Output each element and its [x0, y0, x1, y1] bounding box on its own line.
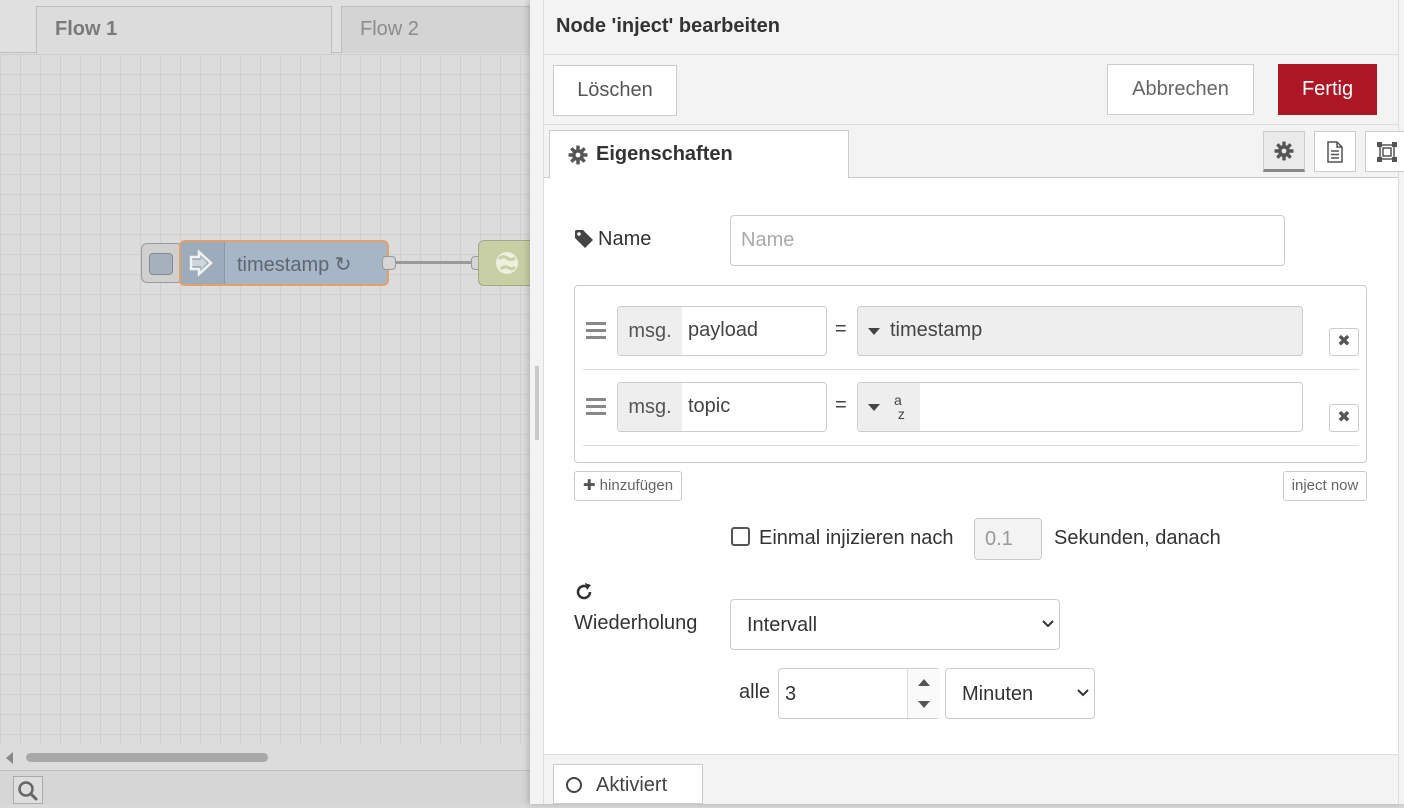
close-icon: ✖ [1337, 409, 1351, 426]
tray-tab-row: Eigenschaften [544, 125, 1404, 179]
inject-now-button[interactable]: inject now [1283, 471, 1367, 501]
tray-toolbar: Löschen Abbrechen Fertig [544, 55, 1398, 125]
msg-prefix: msg. [618, 383, 682, 431]
cancel-button[interactable]: Abbrechen [1107, 64, 1254, 115]
every-label: alle [739, 681, 771, 703]
property-row-topic: msg. topic = a z ✖ [583, 370, 1359, 446]
frame-icon [1377, 142, 1397, 162]
tab-flow-2[interactable]: Flow 2 [341, 6, 541, 53]
string-type-icon: a z [894, 392, 905, 422]
flow-tab-bar: Flow 1 Flow 2 [0, 0, 541, 54]
equals-sign: = [835, 318, 847, 340]
property-list: msg. payload = timestamp ✖ msg. topic = … [574, 285, 1367, 463]
tab-properties-label: Eigenschaften [596, 143, 733, 165]
scrollbar-thumb[interactable] [26, 753, 268, 762]
interval-value: 3 [785, 683, 797, 705]
tray-resize-grip[interactable] [535, 366, 539, 440]
once-delay-suffix: Sekunden, danach [1054, 527, 1221, 549]
flow-canvas[interactable] [0, 54, 532, 744]
node-enabled-toggle[interactable]: Aktiviert [553, 764, 703, 804]
tray-right-edge [1398, 0, 1404, 804]
add-property-button[interactable]: ✚ hinzufügen [574, 471, 682, 501]
tag-icon [575, 230, 593, 248]
remove-payload-button[interactable]: ✖ [1329, 328, 1359, 356]
close-icon: ✖ [1337, 333, 1351, 350]
name-input[interactable] [730, 215, 1285, 266]
search-icon [18, 781, 38, 801]
repeat-icon [576, 583, 592, 600]
circle-icon [566, 777, 582, 793]
inject-once-label: Einmal injizieren nach [759, 527, 954, 549]
workspace-horizontal-scrollbar[interactable] [0, 744, 532, 770]
tray-resize-edge[interactable] [530, 0, 544, 804]
topic-value-field[interactable]: a z [857, 382, 1303, 432]
tray-header: Node 'inject' bearbeiten [544, 0, 1398, 55]
tab-flow-1[interactable]: Flow 1 [36, 6, 332, 54]
tab-appearance[interactable] [1365, 131, 1404, 172]
caret-down-icon [868, 404, 880, 411]
repeat-label: Wiederholung [574, 612, 698, 634]
inject-node-output-port[interactable] [382, 256, 396, 270]
interval-unit-select[interactable]: Minuten [945, 668, 1095, 719]
search-button[interactable] [13, 776, 43, 804]
add-property-label: hinzufügen [599, 477, 674, 494]
property-row-payload: msg. payload = timestamp ✖ [583, 294, 1359, 370]
arrow-right-icon [189, 249, 213, 277]
interval-spinner[interactable] [907, 669, 940, 718]
plus-icon: ✚ [582, 477, 596, 494]
payload-value: timestamp [890, 319, 983, 341]
globe-icon [496, 252, 518, 274]
property-name: payload [688, 319, 759, 341]
spinner-up-icon[interactable] [918, 679, 930, 686]
chevron-down-icon [1077, 689, 1089, 697]
name-label: Name [598, 228, 652, 250]
repeat-mode-select[interactable]: Intervall [730, 599, 1060, 650]
equals-sign: = [835, 394, 847, 416]
spinner-down-icon[interactable] [918, 701, 930, 708]
node-wire[interactable] [396, 261, 474, 264]
tab-properties[interactable]: Eigenschaften [549, 130, 849, 179]
tray-title: Node 'inject' bearbeiten [556, 15, 781, 37]
gear-icon [568, 145, 588, 165]
document-icon [1327, 141, 1343, 163]
type-selector[interactable]: a z [858, 383, 920, 431]
topic-property-field[interactable]: msg. topic [617, 382, 827, 432]
inject-node[interactable]: timestamp ↻ [179, 240, 389, 286]
drag-handle-icon[interactable] [586, 322, 606, 343]
remove-topic-button[interactable]: ✖ [1329, 404, 1359, 432]
workspace-footer [0, 770, 532, 804]
downstream-node[interactable] [478, 240, 538, 286]
property-name: topic [688, 395, 731, 417]
inject-once-checkbox[interactable] [731, 527, 750, 546]
gear-icon [1274, 141, 1294, 161]
inject-trigger-button[interactable] [141, 243, 183, 283]
chevron-down-icon [1042, 620, 1054, 628]
flow-workspace: Flow 1 Flow 2 timestamp ↻ [0, 0, 541, 804]
tray-footer: Aktiviert [544, 754, 1398, 804]
caret-down-icon[interactable] [868, 328, 880, 335]
interval-input[interactable]: 3 [778, 668, 940, 719]
scroll-left-arrow-icon[interactable] [6, 752, 13, 764]
payload-property-field[interactable]: msg. payload [617, 306, 827, 356]
inject-node-icon-box [181, 242, 225, 284]
once-delay-input[interactable]: 0.1 [974, 518, 1042, 560]
delete-button[interactable]: Löschen [553, 65, 677, 116]
tab-settings[interactable] [1263, 131, 1305, 172]
interval-unit-value: Minuten [962, 683, 1034, 705]
inject-node-label: timestamp ↻ [237, 254, 352, 276]
inject-trigger-inner [149, 253, 173, 275]
tab-description[interactable] [1314, 131, 1356, 172]
repeat-mode-value: Intervall [747, 614, 818, 636]
done-button[interactable]: Fertig [1278, 64, 1377, 115]
msg-prefix: msg. [618, 307, 682, 355]
drag-handle-icon[interactable] [586, 398, 606, 419]
node-enabled-label: Aktiviert [596, 774, 668, 796]
payload-value-field[interactable]: timestamp [857, 306, 1303, 356]
